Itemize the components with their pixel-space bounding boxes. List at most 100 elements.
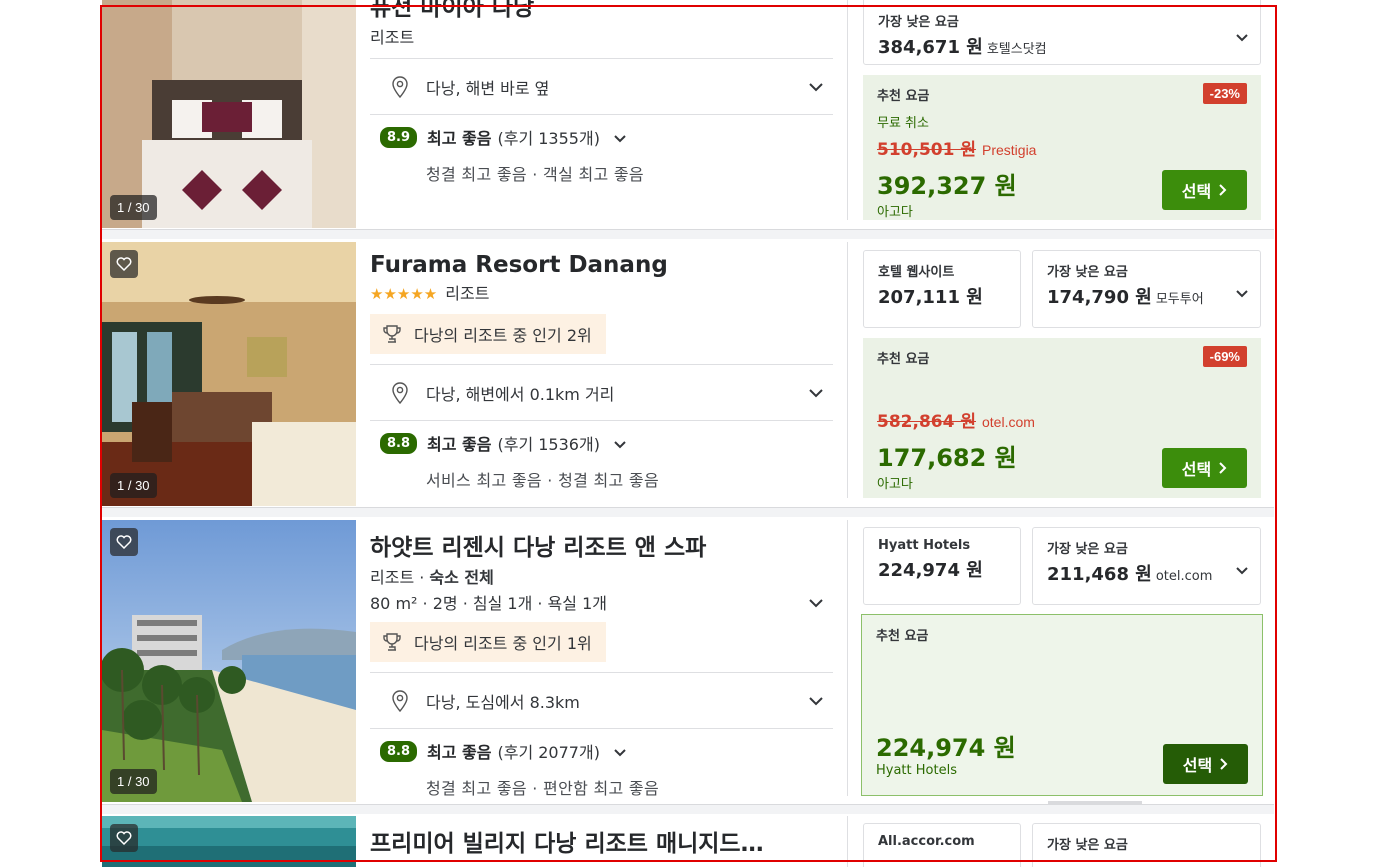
chevron-down-icon[interactable]: [1236, 27, 1248, 46]
recommended-label: 추천 요금: [877, 89, 930, 104]
chevron-right-icon: [1219, 462, 1227, 474]
location-text: 다낭, 해변 바로 옆: [426, 78, 550, 98]
hotel-website-price-box[interactable]: Hyatt Hotels 224,974 원: [863, 527, 1021, 605]
original-price-provider: otel.com: [982, 414, 1035, 430]
location-row[interactable]: 다낭, 도심에서 8.3km: [370, 672, 833, 728]
location-pin-icon: [386, 75, 414, 98]
recommended-label: 추천 요금: [876, 629, 929, 644]
lowest-price-box[interactable]: 가장 낮은 요금 174,790 원 모두투어: [1032, 250, 1261, 328]
recommended-price-box[interactable]: 추천 요금 -69% 582,864 원 otel.com 177,682 원 아…: [863, 338, 1261, 498]
hotel-website-price-box[interactable]: 호텔 웹사이트 207,111 원: [863, 250, 1021, 328]
rating-badge: 8.8: [380, 740, 418, 762]
select-button-label: 선택: [1181, 182, 1212, 201]
hotel-photo[interactable]: 1 / 30: [102, 520, 356, 802]
divider: [847, 242, 848, 498]
lowest-price-label: 가장 낮은 요금: [1047, 838, 1128, 853]
chevron-right-icon: [1220, 758, 1228, 770]
hotel-photo[interactable]: [102, 816, 356, 867]
room-details: 80 m² · 2명 · 침실 1개 · 욕실 1개: [370, 594, 607, 613]
favorite-heart-button[interactable]: [110, 824, 138, 852]
lowest-price-label: 가장 낮은 요금: [1047, 265, 1128, 280]
discount-badge: -23%: [1202, 83, 1247, 104]
room-details-row[interactable]: 80 m² · 2명 · 침실 1개 · 욕실 1개: [370, 590, 833, 614]
review-score-row[interactable]: 8.8 최고 좋음 (후기 2077개): [370, 739, 833, 763]
location-pin-icon: [386, 689, 414, 712]
hotel-type: 리조트: [445, 284, 490, 303]
photo-counter: 1 / 30: [110, 769, 157, 794]
recommended-price-box[interactable]: 추천 요금 224,974 원 Hyatt Hotels 선택: [861, 614, 1263, 796]
select-button[interactable]: 선택: [1162, 448, 1247, 488]
chevron-down-icon[interactable]: [809, 691, 823, 710]
review-score-row[interactable]: 8.8 최고 좋음 (후기 1536개): [370, 431, 833, 455]
hotel-photo[interactable]: 1 / 30: [102, 242, 356, 506]
photo-counter: 1 / 30: [110, 195, 157, 220]
hotel-type: 리조트 ·: [370, 568, 430, 587]
heart-icon: [116, 535, 132, 549]
lowest-price: 211,468 원: [1047, 564, 1152, 585]
hotel-name[interactable]: 프리미어 빌리지 다낭 리조트 매니지드…: [370, 824, 833, 858]
chevron-down-icon[interactable]: [809, 383, 823, 402]
chevron-down-icon[interactable]: [809, 593, 823, 612]
hotel-website-price-box[interactable]: All.accor.com: [863, 823, 1021, 867]
divider: [847, 816, 848, 867]
hotel-name[interactable]: 하얏트 리젠시 다낭 리조트 앤 스파: [370, 528, 833, 562]
original-price-provider: Prestigia: [982, 142, 1037, 158]
hotel-photo[interactable]: 1 / 30: [102, 0, 356, 228]
lowest-price-box[interactable]: 가장 낮은 요금 211,468 원 otel.com: [1032, 527, 1261, 605]
review-highlights: 청결 최고 좋음 · 편안함 최고 좋음: [426, 779, 659, 798]
popularity-badge: 다낭의 리조트 중 인기 1위: [370, 622, 606, 662]
heart-icon: [116, 831, 132, 845]
discount-badge: -69%: [1202, 346, 1247, 367]
location-row[interactable]: 다낭, 해변에서 0.1km 거리: [370, 364, 833, 420]
lowest-price-provider: otel.com: [1155, 569, 1213, 584]
location-row[interactable]: 다낭, 해변 바로 옆: [370, 58, 833, 114]
location-text: 다낭, 도심에서 8.3km: [426, 692, 580, 712]
rating-label: 최고 좋음: [427, 743, 492, 762]
chevron-right-icon: [1219, 184, 1227, 196]
review-score-row[interactable]: 8.9 최고 좋음 (후기 1355개): [370, 125, 833, 149]
lowest-price-label: 가장 낮은 요금: [1047, 542, 1128, 557]
lowest-price: 174,790 원: [1047, 287, 1152, 308]
chevron-down-icon[interactable]: [1236, 283, 1248, 302]
hotel-website-price: 207,111 원: [878, 287, 983, 308]
recommended-price-box[interactable]: 추천 요금 -23% 무료 취소 510,501 원 Prestigia 392,…: [863, 75, 1261, 220]
card-separator: [102, 229, 1274, 239]
chevron-down-icon[interactable]: [614, 742, 626, 761]
lowest-price: 384,671 원: [878, 37, 983, 58]
heart-icon: [116, 257, 132, 271]
rating-badge: 8.9: [380, 126, 418, 148]
original-price: 510,501 원: [877, 140, 976, 160]
photo-counter: 1 / 30: [110, 473, 157, 498]
recommended-label: 추천 요금: [877, 352, 930, 367]
favorite-heart-button[interactable]: [110, 528, 138, 556]
lowest-price-provider: 호텔스닷컴: [986, 42, 1047, 57]
card-separator: [102, 804, 1274, 814]
select-button[interactable]: 선택: [1163, 744, 1248, 784]
hotel-type-detail: 숙소 전체: [429, 568, 494, 587]
review-highlights: 서비스 최고 좋음 · 청결 최고 좋음: [426, 471, 659, 490]
hotel-name[interactable]: Furama Resort Danang: [370, 252, 833, 278]
original-price: 582,864 원: [877, 412, 976, 432]
hotel-card[interactable]: 프리미어 빌리지 다낭 리조트 매니지드… All.accor.com 가장 낮…: [102, 816, 1274, 867]
hotel-website-price: 224,974 원: [878, 560, 983, 581]
rating-badge: 8.8: [380, 432, 418, 454]
chevron-down-icon[interactable]: [614, 434, 626, 453]
hotel-card[interactable]: 1 / 30 Furama Resort Danang ★★★★★ 리조트 다낭의…: [102, 242, 1274, 510]
hotel-name[interactable]: 퓨전 마이아 다낭: [370, 0, 833, 22]
chevron-down-icon[interactable]: [809, 77, 823, 96]
favorite-heart-button[interactable]: [110, 250, 138, 278]
rating-label: 최고 좋음: [427, 435, 492, 454]
chevron-down-icon[interactable]: [1236, 560, 1248, 579]
lowest-price-provider: 모두투어: [1155, 292, 1204, 307]
select-button-label: 선택: [1182, 756, 1213, 775]
select-button[interactable]: 선택: [1162, 170, 1247, 210]
lowest-price-box[interactable]: 가장 낮은 요금 384,671 원 호텔스닷컴: [863, 0, 1261, 65]
card-separator: [102, 507, 1274, 517]
hotel-card[interactable]: 1 / 30 하얏트 리젠시 다낭 리조트 앤 스파 리조트 · 숙소 전체 8…: [102, 520, 1274, 804]
trophy-icon: [383, 633, 401, 651]
hotel-card[interactable]: 1 / 30 퓨전 마이아 다낭 리조트 다낭, 해변 바로 옆 8.9 최고 …: [102, 0, 1274, 228]
location-pin-icon: [386, 381, 414, 404]
hotel-website-label: All.accor.com: [878, 834, 975, 849]
chevron-down-icon[interactable]: [614, 128, 626, 147]
lowest-price-box[interactable]: 가장 낮은 요금: [1032, 823, 1261, 867]
